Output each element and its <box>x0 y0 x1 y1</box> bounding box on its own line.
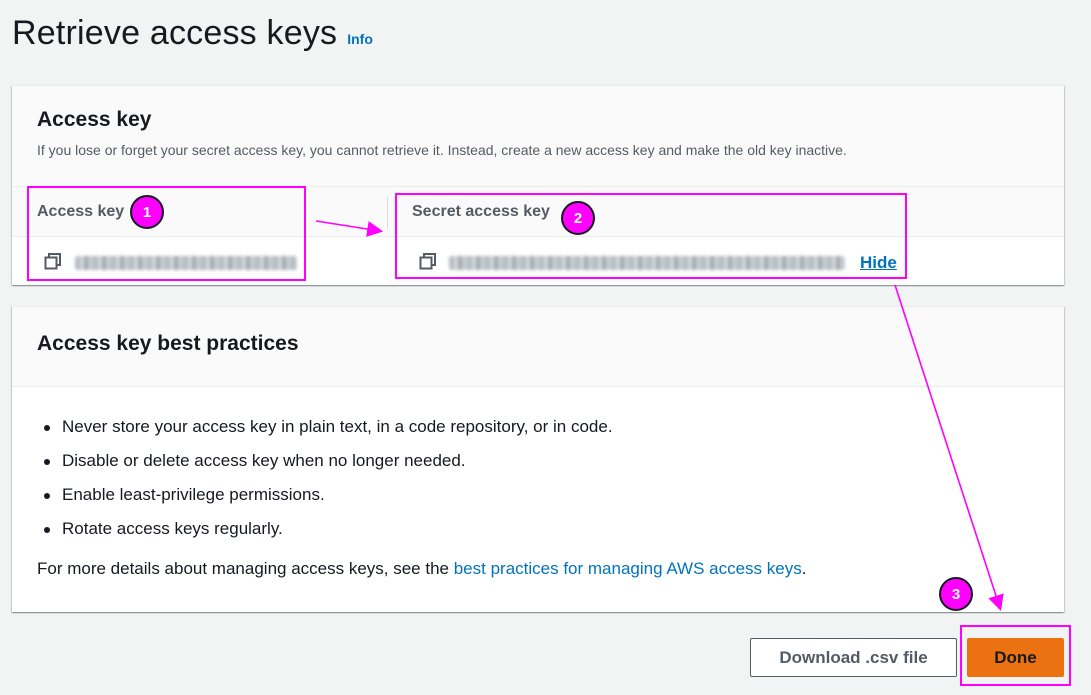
access-key-panel-description: If you lose or forget your secret access… <box>37 142 847 158</box>
more-details-text: For more details about managing access k… <box>12 551 1064 581</box>
best-practices-link[interactable]: best practices for managing AWS access k… <box>454 559 802 578</box>
page-title: Retrieve access keys <box>12 14 338 52</box>
highlight-box-access-key <box>27 186 306 281</box>
column-divider <box>387 197 388 229</box>
download-csv-button[interactable]: Download .csv file <box>750 638 957 677</box>
more-details-suffix: . <box>801 559 807 578</box>
list-item: Disable or delete access key when no lon… <box>37 449 1064 483</box>
list-item: Rotate access keys regularly. <box>37 517 1064 551</box>
step-badge-2: 2 <box>561 201 595 235</box>
list-item: Never store your access key in plain tex… <box>37 415 1064 449</box>
info-link[interactable]: Info <box>347 31 373 47</box>
list-item: Enable least-privilege permissions. <box>37 483 1064 517</box>
access-key-panel-header: Access key If you lose or forget your se… <box>12 86 1064 187</box>
best-practices-panel-header: Access key best practices <box>12 307 1064 387</box>
best-practices-list: Never store your access key in plain tex… <box>12 387 1064 551</box>
page-header: Retrieve access keys Info <box>12 14 373 53</box>
step-badge-3: 3 <box>939 577 973 611</box>
best-practices-panel-title: Access key best practices <box>37 332 299 355</box>
highlight-box-done <box>960 625 1071 686</box>
more-details-prefix: For more details about managing access k… <box>37 559 454 578</box>
step-badge-1: 1 <box>130 195 164 229</box>
access-key-panel-title: Access key <box>37 108 152 131</box>
best-practices-panel: Access key best practices Never store yo… <box>12 306 1064 612</box>
highlight-box-secret-key <box>395 193 907 279</box>
